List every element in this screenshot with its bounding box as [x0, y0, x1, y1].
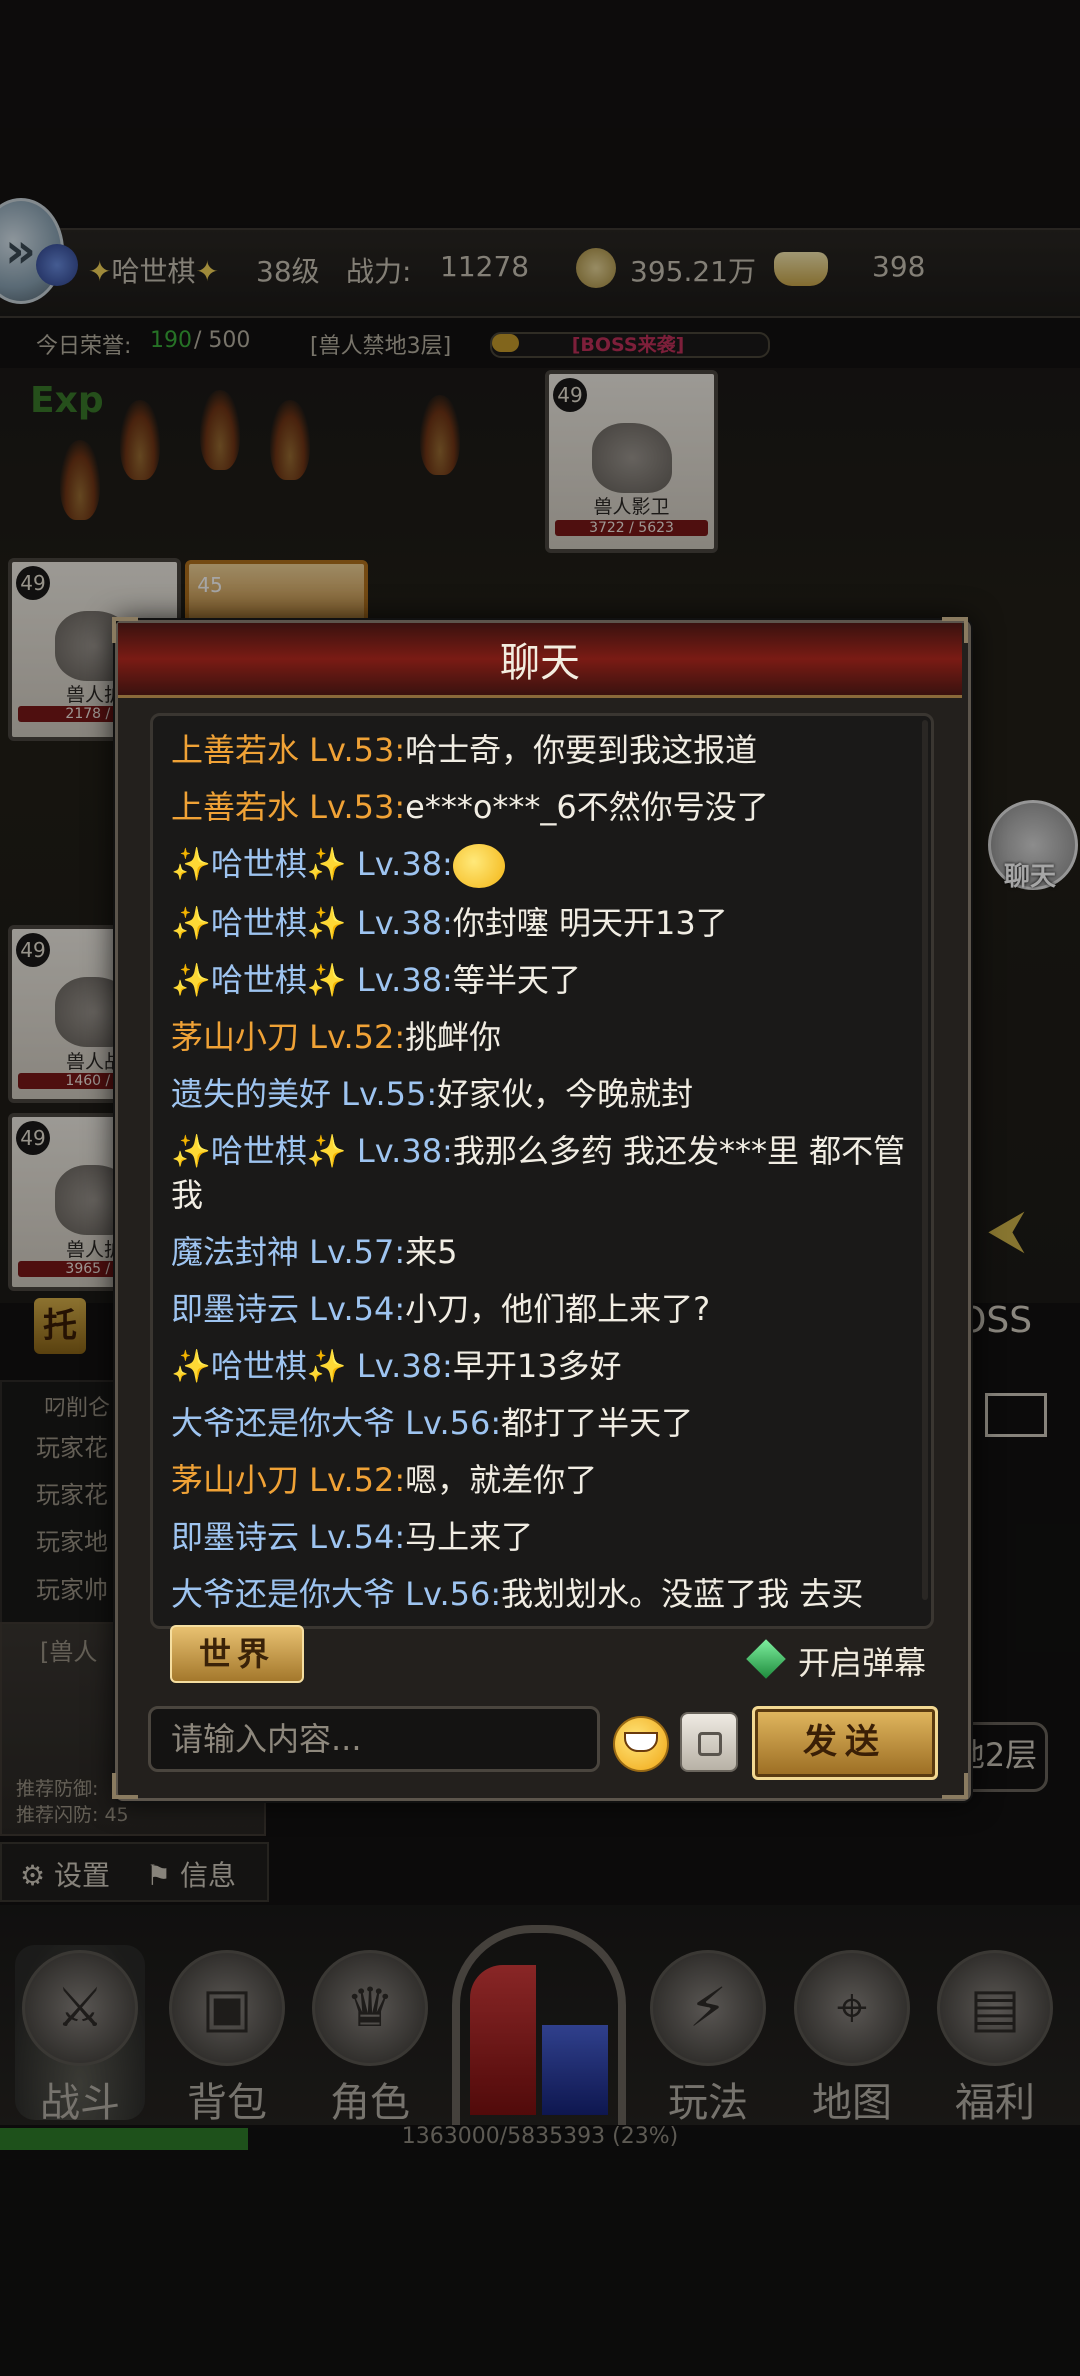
chat-text: 我划划水。没蓝了我 去买 — [501, 1575, 864, 1613]
chat-sender[interactable]: 上善若水 Lv.53: — [171, 731, 405, 769]
bag-plus-icon — [698, 1732, 722, 1756]
chat-sender[interactable]: 上善若水 Lv.53: — [171, 788, 405, 826]
chat-message[interactable]: ✨哈世棋✨ Lv.38:我那么多药 我还发***里 都不管我 — [171, 1129, 911, 1217]
sparkle-icon: ✨ — [306, 1132, 347, 1170]
chat-message[interactable]: 大爷还是你大爷 Lv.56:都打了半天了 — [171, 1401, 911, 1445]
sparkle-icon: ✨ — [171, 845, 211, 883]
frame-corner — [942, 1773, 968, 1799]
chat-text: 挑衅你 — [405, 1018, 502, 1056]
sparkle-icon: ✨ — [306, 1347, 347, 1385]
chat-message[interactable]: ✨哈世棋✨ Lv.38:早开13多好 — [171, 1344, 911, 1388]
chat-text: e***o***_6不然你号没了 — [405, 788, 769, 826]
emoji-button[interactable] — [613, 1716, 669, 1772]
chat-message[interactable]: 即墨诗云 Lv.54:马上来了 — [171, 1515, 911, 1559]
chat-sender[interactable]: 大爷还是你大爷 Lv.56: — [171, 1404, 501, 1442]
chat-scrollbar[interactable] — [922, 720, 928, 1600]
chat-sender[interactable]: 遗失的美好 Lv.55: — [171, 1075, 437, 1113]
chat-text: 都打了半天了 — [501, 1404, 694, 1442]
chat-message[interactable]: 魔法封神 Lv.57:来5 — [171, 1230, 911, 1274]
chat-text: 你封噻 明天开13了 — [452, 904, 728, 942]
chat-message[interactable]: 上善若水 Lv.53:哈士奇，你要到我这报道 — [171, 728, 911, 772]
send-button[interactable]: 发送 — [752, 1706, 938, 1780]
chat-sender[interactable]: 大爷还是你大爷 Lv.56: — [171, 1575, 501, 1613]
chat-text: 早开13多好 — [452, 1347, 622, 1385]
chat-message[interactable]: ✨哈世棋✨ Lv.38:等半天了 — [171, 958, 911, 1002]
chat-text: 哈士奇，你要到我这报道 — [405, 731, 758, 769]
chat-sender[interactable]: 魔法封神 Lv.57: — [171, 1233, 405, 1271]
chat-sender[interactable]: ✨哈世棋✨ Lv.38: — [171, 961, 453, 999]
chat-text: 小刀，他们都上来了? — [405, 1290, 711, 1328]
grin-icon — [624, 1732, 658, 1752]
chat-sender[interactable]: 茅山小刀 Lv.52: — [171, 1461, 405, 1499]
chat-sender[interactable]: ✨哈世棋✨ Lv.38: — [171, 904, 453, 942]
chat-message[interactable]: 茅山小刀 Lv.52:嗯，就差你了 — [171, 1458, 911, 1502]
chat-text: 马上来了 — [405, 1518, 534, 1556]
sparkle-icon: ✨ — [171, 1347, 211, 1385]
frame-corner — [112, 617, 138, 643]
item-link-button[interactable] — [680, 1712, 738, 1772]
chat-message[interactable]: ✨哈世棋✨ Lv.38:你封噻 明天开13了 — [171, 901, 911, 945]
chat-text: 来5 — [405, 1233, 458, 1271]
chat-text: 嗯，就差你了 — [405, 1461, 598, 1499]
chat-text: 好家伙，今晚就封 — [437, 1075, 694, 1113]
sparkle-icon: ✨ — [306, 904, 347, 942]
chat-message-panel[interactable]: 上善若水 Lv.53:哈士奇，你要到我这报道 上善若水 Lv.53:e***o**… — [150, 713, 934, 1629]
chat-message[interactable]: 即墨诗云 Lv.54:小刀，他们都上来了? — [171, 1287, 911, 1331]
chat-title: 聊天 — [500, 640, 580, 686]
sparkle-icon: ✨ — [171, 961, 211, 999]
chat-sender[interactable]: 即墨诗云 Lv.54: — [171, 1290, 405, 1328]
sparkle-icon: ✨ — [171, 904, 211, 942]
chat-sender[interactable]: 茅山小刀 Lv.52: — [171, 1018, 405, 1056]
frame-corner — [112, 1773, 138, 1799]
smile-emoji-icon — [452, 844, 505, 888]
chat-sender[interactable]: ✨哈世棋✨ Lv.38: — [171, 845, 453, 883]
sparkle-icon: ✨ — [306, 845, 347, 883]
chat-message[interactable]: 茅山小刀 Lv.52:挑衅你 — [171, 1015, 911, 1059]
chat-message[interactable]: 大爷还是你大爷 Lv.56:我划划水。没蓝了我 去买 — [171, 1572, 911, 1616]
chat-sender[interactable]: ✨哈世棋✨ Lv.38: — [171, 1347, 453, 1385]
world-channel-tab[interactable]: 世界 — [170, 1625, 304, 1683]
chat-message-list: 上善若水 Lv.53:哈士奇，你要到我这报道 上善若水 Lv.53:e***o**… — [171, 728, 911, 1626]
danmaku-toggle-label[interactable]: 开启弹幕 — [798, 1638, 926, 1684]
frame-corner — [942, 617, 968, 643]
chat-text: 等半天了 — [452, 961, 581, 999]
sparkle-icon: ✨ — [171, 1132, 211, 1170]
chat-sender[interactable]: ✨哈世棋✨ Lv.38: — [171, 1132, 453, 1170]
chat-message[interactable]: 遗失的美好 Lv.55:好家伙，今晚就封 — [171, 1072, 911, 1116]
chat-message[interactable]: ✨哈世棋✨ Lv.38: — [171, 842, 911, 888]
chat-input[interactable] — [148, 1706, 600, 1772]
chat-sender[interactable]: 即墨诗云 Lv.54: — [171, 1518, 405, 1556]
sparkle-icon: ✨ — [306, 961, 347, 999]
chat-message[interactable]: 上善若水 Lv.53:e***o***_6不然你号没了 — [171, 785, 911, 829]
